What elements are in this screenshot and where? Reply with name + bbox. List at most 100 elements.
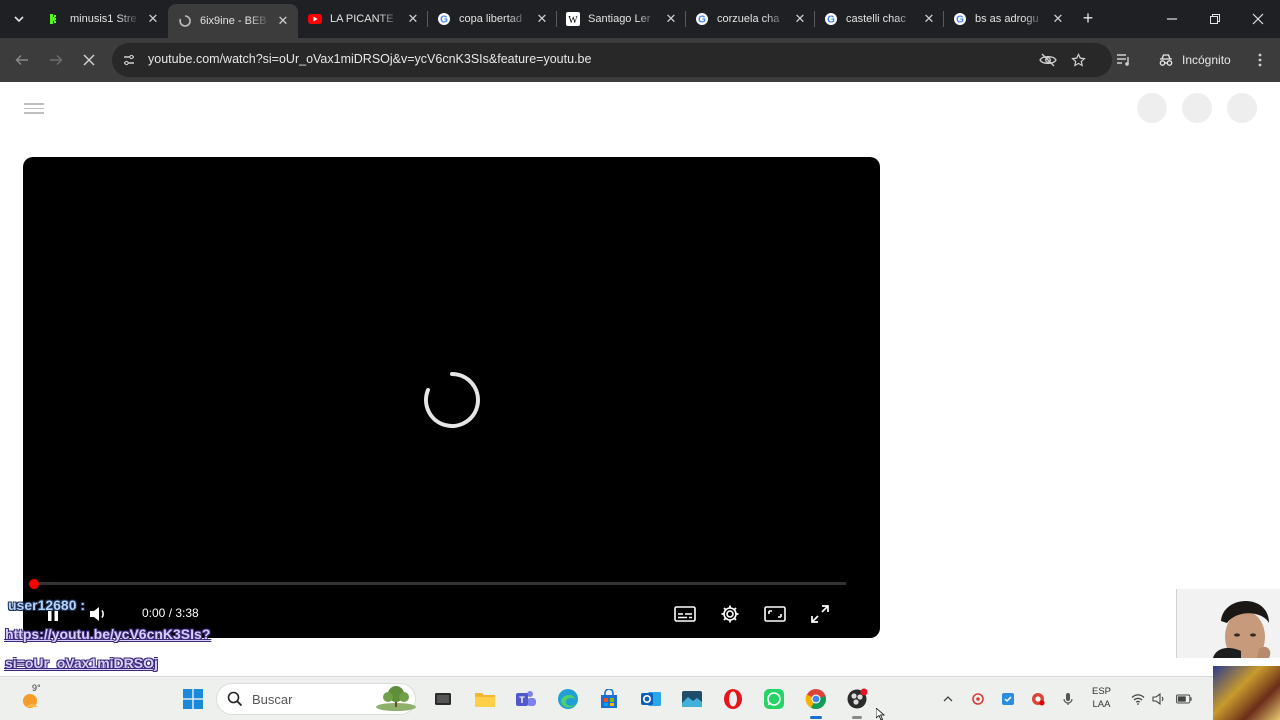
close-window-button[interactable]: [1246, 8, 1270, 30]
store-button[interactable]: [597, 687, 621, 711]
landscape-app-icon: [682, 691, 702, 707]
incognito-icon: [1159, 54, 1173, 66]
tab-6ix9ine[interactable]: 6ix9ine - BEB ✕: [168, 4, 298, 38]
close-icon[interactable]: ✕: [922, 11, 936, 26]
tab-bs-as-adrogue[interactable]: G bs as adrogu ✕: [943, 4, 1073, 34]
teams-button[interactable]: T: [514, 687, 538, 711]
task-view-button[interactable]: [431, 687, 455, 711]
tracking-protection-button[interactable]: [1036, 48, 1060, 72]
svg-text:G: G: [440, 15, 448, 26]
opera-button[interactable]: [721, 687, 745, 711]
tray-app-icon[interactable]: [1030, 691, 1046, 707]
restore-button[interactable]: [1203, 8, 1227, 30]
stop-button[interactable]: [77, 48, 101, 72]
tab-copa-libertad[interactable]: G copa libertad ✕: [427, 4, 557, 34]
close-icon[interactable]: ✕: [664, 11, 678, 26]
browser-menu-button[interactable]: [1248, 48, 1272, 72]
settings-button[interactable]: [716, 600, 744, 628]
input-language[interactable]: ESP LAA: [1092, 685, 1111, 711]
keyboard-layout: LAA: [1092, 699, 1111, 710]
new-tab-button[interactable]: +: [1078, 8, 1098, 28]
tab-corzuela[interactable]: G corzuela cha ✕: [685, 4, 815, 34]
tab-santiago[interactable]: W Santiago Ler ✕: [556, 4, 686, 34]
close-icon[interactable]: ✕: [406, 11, 420, 26]
volume-tray-icon[interactable]: [1151, 691, 1167, 707]
tray-app-icon[interactable]: [970, 691, 986, 707]
theater-mode-button[interactable]: [761, 600, 789, 628]
fullscreen-button[interactable]: [806, 600, 834, 628]
opera-icon: [724, 689, 742, 709]
close-icon[interactable]: ✕: [276, 13, 290, 28]
tab-la-picante[interactable]: LA PICANTE ✕: [298, 4, 428, 34]
search-highlight-icon: [376, 686, 416, 711]
close-icon[interactable]: ✕: [793, 11, 807, 26]
url-text[interactable]: youtube.com/watch?si=oUr_oVax1miDRSOj&v=…: [148, 52, 591, 66]
chrome-button[interactable]: [804, 687, 828, 711]
google-icon: G: [437, 12, 451, 26]
forward-button[interactable]: [44, 48, 68, 72]
show-hidden-icons-button[interactable]: [940, 691, 956, 707]
tab-minusis1[interactable]: minusis1 Stre ✕: [38, 4, 168, 34]
arrow-left-icon: [15, 55, 28, 65]
app-button[interactable]: [680, 687, 704, 711]
tab-search-button[interactable]: [6, 7, 32, 31]
windows-taskbar: 9° Buscar T ESP LAA: [0, 676, 1280, 720]
tab-castelli[interactable]: G castelli chac ✕: [814, 4, 944, 34]
whatsapp-button[interactable]: [762, 687, 786, 711]
obs-button[interactable]: [845, 687, 869, 711]
close-icon[interactable]: ✕: [535, 11, 549, 26]
stream-overlay-image: [1213, 666, 1280, 720]
weather-temp: 9°: [32, 683, 41, 693]
whatsapp-icon: [764, 689, 784, 709]
tab-title: copa libertad: [459, 13, 522, 25]
tab-title: bs as adrogu: [975, 13, 1039, 25]
edge-button[interactable]: [556, 687, 580, 711]
tray-app-icon[interactable]: [1000, 691, 1016, 707]
minimize-button[interactable]: [1160, 8, 1184, 30]
folder-icon: [475, 693, 495, 707]
incognito-indicator[interactable]: Incógnito: [1148, 45, 1241, 75]
google-icon: G: [953, 12, 967, 26]
wifi-tray-icon[interactable]: [1130, 691, 1146, 707]
teams-icon: T: [516, 691, 536, 706]
tab-title: LA PICANTE: [330, 13, 394, 25]
google-icon: G: [824, 12, 838, 26]
task-view-icon: [435, 693, 451, 705]
outlook-button[interactable]: [639, 687, 663, 711]
progress-bar[interactable]: [33, 582, 846, 585]
bookmark-button[interactable]: [1066, 48, 1090, 72]
running-app-indicator: [852, 716, 862, 719]
taskbar-search[interactable]: Buscar: [216, 683, 416, 715]
eye-off-icon: [1039, 53, 1057, 67]
store-icon: [601, 689, 617, 708]
svg-text:G: G: [827, 15, 835, 26]
progress-scrubber[interactable]: [29, 579, 39, 589]
site-settings-icon[interactable]: [120, 51, 138, 69]
close-icon[interactable]: ✕: [1051, 11, 1065, 26]
chevron-down-icon: [14, 16, 24, 23]
video-player[interactable]: 0:00 / 3:38: [23, 157, 880, 638]
svg-text:G: G: [956, 15, 964, 26]
subtitles-button[interactable]: [671, 600, 699, 628]
weather-widget[interactable]: 9°: [20, 683, 48, 713]
menu-icon[interactable]: [24, 100, 44, 116]
fullscreen-icon: [811, 605, 829, 623]
active-app-indicator: [810, 716, 822, 719]
loading-spinner-icon: [424, 372, 480, 428]
address-bar[interactable]: youtube.com/watch?si=oUr_oVax1miDRSOj&v=…: [112, 43, 1112, 77]
close-icon[interactable]: ✕: [146, 11, 160, 26]
close-icon: [83, 54, 95, 66]
tab-title: corzuela cha: [717, 13, 780, 25]
back-button[interactable]: [10, 48, 34, 72]
chrome-tray-icon: [1032, 693, 1045, 706]
start-button[interactable]: [181, 687, 205, 711]
media-control-button[interactable]: [1112, 48, 1136, 72]
svg-text:T: T: [519, 695, 525, 705]
battery-tray-icon[interactable]: [1176, 691, 1192, 707]
microphone-tray-icon[interactable]: [1060, 691, 1076, 707]
incognito-label: Incógnito: [1182, 53, 1231, 67]
theater-mode-icon: [764, 606, 786, 622]
arrow-right-icon: [50, 55, 63, 65]
volume-button[interactable]: [85, 600, 113, 628]
file-explorer-button[interactable]: [473, 687, 497, 711]
